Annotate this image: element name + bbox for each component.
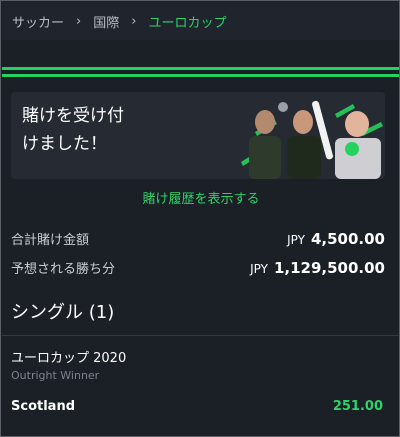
potential-win-amount: JPY 1,129,500.00 [250, 259, 385, 277]
players-illustration [241, 100, 383, 179]
chevron-right-icon: › [131, 13, 137, 29]
potential-win-value: 1,129,500.00 [273, 259, 385, 277]
banner-line-2: けました！ [22, 134, 107, 154]
total-stake-value: 4,500.00 [310, 230, 385, 248]
total-stake-row: 合計賭け金額 JPY 4,500.00 [11, 229, 385, 248]
bet-market-name: Outright Winner [11, 369, 100, 382]
singles-section-title: シングル (1) [11, 302, 115, 323]
breadcrumb-item-international[interactable]: 国際 [93, 12, 119, 31]
potential-win-label: 予想される勝ち分 [11, 262, 116, 277]
bet-accepted-banner: 賭けを受け付 けました！ [11, 92, 385, 179]
potential-win-row: 予想される勝ち分 JPY 1,129,500.00 [11, 258, 385, 277]
section-divider [2, 335, 399, 336]
bet-confirmation-panel: サッカー › 国際 › ユーロカップ 賭けを受け付 けました！ 賭け履歴を表示す… [0, 0, 400, 437]
view-bet-history-link[interactable]: 賭け履歴を表示する [1, 188, 399, 207]
total-stake-amount: JPY 4,500.00 [287, 230, 385, 248]
banner-message: 賭けを受け付 けました！ [22, 102, 152, 158]
breadcrumb: サッカー › 国際 › ユーロカップ [2, 2, 399, 40]
total-stake-label: 合計賭け金額 [11, 233, 90, 248]
accent-divider [2, 67, 399, 70]
bet-odds: 251.00 [332, 399, 383, 414]
bet-selection: Scotland [11, 399, 76, 414]
currency-code: JPY [287, 233, 305, 247]
chevron-right-icon: › [76, 13, 82, 29]
breadcrumb-item-soccer[interactable]: サッカー [12, 12, 64, 31]
banner-line-1: 賭けを受け付 [22, 106, 124, 126]
bet-event-name: ユーロカップ 2020 [11, 351, 127, 366]
breadcrumb-item-euro-cup[interactable]: ユーロカップ [148, 12, 226, 31]
currency-code: JPY [250, 262, 268, 276]
accent-divider [2, 74, 399, 77]
